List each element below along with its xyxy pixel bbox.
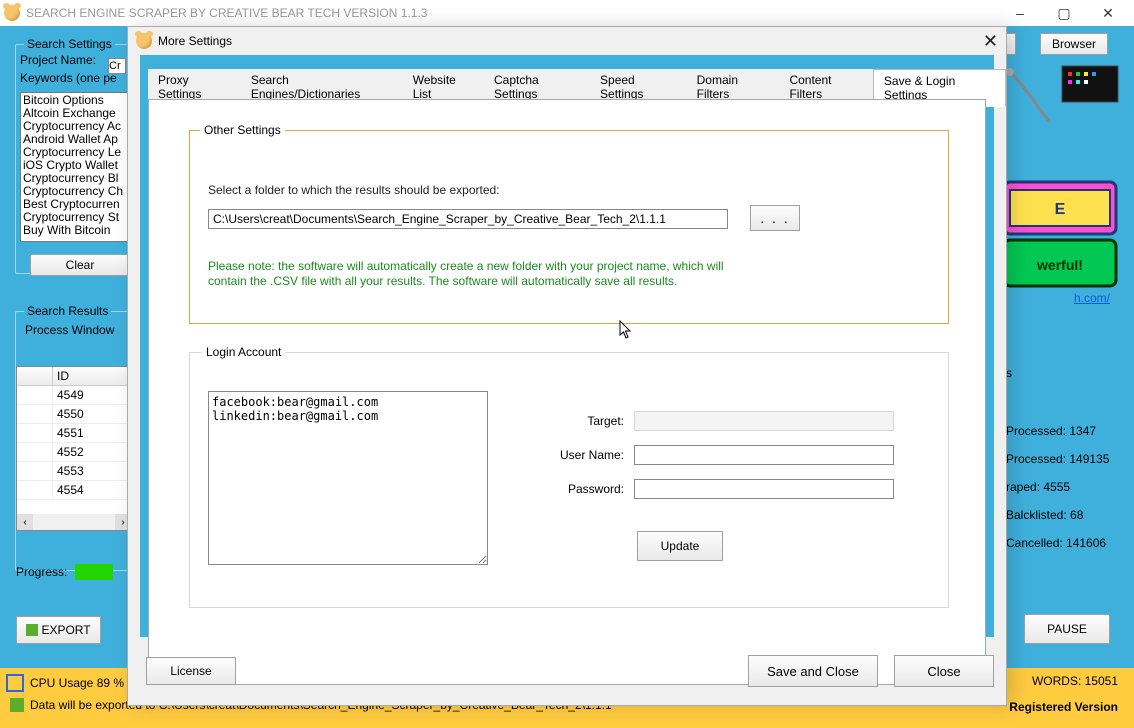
table-header: ID [17,367,131,386]
tab-panel-save-login: Other Settings Select a folder to which … [148,99,986,685]
results-table[interactable]: ID 454945504551455245534554 ‹ › [16,366,132,531]
license-button[interactable]: License [146,657,236,685]
main-titlebar: SEARCH ENGINE SCRAPER BY CREATIVE BEAR T… [0,0,1134,26]
export-button[interactable]: EXPORT [16,616,101,644]
cpu-usage-label: CPU Usage 89 % [30,676,124,690]
export-folder-input[interactable] [208,209,728,229]
folder-note: Please note: the software will automatic… [208,259,738,289]
id-cell: 4553 [53,462,131,480]
table-row[interactable]: 4552 [17,443,131,462]
id-cell: 4551 [53,424,131,442]
table-row[interactable]: 4551 [17,424,131,443]
dialog-title: More Settings [158,34,232,48]
progress-row: Progress: [16,564,113,580]
accounts-list[interactable] [208,391,488,565]
other-settings-title: Other Settings [200,123,285,137]
id-cell: 4549 [53,386,131,404]
app-title: SEARCH ENGINE SCRAPER BY CREATIVE BEAR T… [26,6,427,20]
table-row[interactable]: 4550 [17,405,131,424]
dialog-titlebar: More Settings ✕ [128,27,1006,55]
table-row[interactable]: 4549 [17,386,131,405]
login-account-title: Login Account [202,345,285,359]
target-label: Target: [560,414,624,428]
dialog-footer: License Save and Close Close [140,649,994,693]
username-label: User Name: [560,448,624,462]
id-header: ID [53,367,131,385]
close-button[interactable]: Close [894,655,994,687]
svg-text:werful!: werful! [1036,257,1083,273]
pause-button[interactable]: PAUSE [1024,614,1110,644]
excel-icon [26,624,38,636]
keywords-label: Keywords (one pe [20,71,117,85]
save-and-close-button[interactable]: Save and Close [748,655,878,687]
id-cell: 4554 [53,481,131,499]
other-settings-group: Other Settings Select a folder to which … [189,130,949,324]
stats-processed-1: Processed: 1347 [1006,424,1116,438]
stats-s: s [1006,366,1116,380]
minimize-button[interactable]: – [998,0,1042,26]
excel-status-icon [10,698,24,712]
registered-label: Registered Version [1009,700,1118,714]
website-link[interactable]: h.com/ [1074,291,1110,305]
decorative-graphic: E werful! [1000,62,1120,292]
more-settings-dialog: More Settings ✕ Proxy SettingsSearch Eng… [127,26,1007,706]
dialog-close-icon[interactable]: ✕ [983,31,998,52]
browser-button[interactable]: Browser [1040,33,1108,55]
stats-scraped: raped: 4555 [1006,480,1116,494]
stats-processed-2: Processed: 149135 [1006,452,1116,466]
target-input [634,411,894,431]
export-label: EXPORT [41,623,90,637]
cpu-icon [6,674,24,692]
table-row[interactable]: 4553 [17,462,131,481]
clear-button[interactable]: Clear [30,254,130,276]
username-input[interactable] [634,445,894,465]
progress-label: Progress: [16,565,67,579]
project-name-input[interactable] [108,58,126,74]
window-close-button[interactable]: ✕ [1086,0,1130,26]
maximize-button[interactable]: ▢ [1042,0,1086,26]
update-button[interactable]: Update [637,531,723,561]
password-input[interactable] [634,479,894,499]
keywords-list[interactable]: Bitcoin OptionsAltcoin ExchangeCryptocur… [20,92,130,242]
words-label: WORDS: 15051 [1032,674,1118,688]
folder-label: Select a folder to which the results sho… [208,183,500,197]
browse-folder-button[interactable]: . . . [750,205,800,231]
progress-bar [75,564,113,580]
settings-tabs: Proxy SettingsSearch Engines/Dictionarie… [148,75,1006,99]
password-label: Password: [560,482,624,496]
login-account-group: Login Account Target: User Name: Passwor… [189,352,949,608]
id-cell: 4550 [53,405,131,423]
stats-blacklisted: Balcklisted: 68 [1006,508,1116,522]
horizontal-scrollbar[interactable]: ‹ › [17,514,131,530]
dialog-icon [136,33,152,49]
table-row[interactable]: 4554 [17,481,131,500]
id-cell: 4552 [53,443,131,461]
stats-box: s Processed: 1347 Processed: 149135 rape… [1006,366,1116,576]
search-results-title: Search Results [24,304,111,318]
search-settings-title: Search Settings [24,37,115,51]
svg-text:E: E [1055,201,1066,218]
project-name-label: Project Name: [20,53,96,67]
keyword-item[interactable]: Buy With Bitcoin [23,224,127,237]
process-window-label: Process Window [25,323,114,337]
app-icon [4,5,20,21]
stats-cancelled: Cancelled: 141606 [1006,536,1116,550]
